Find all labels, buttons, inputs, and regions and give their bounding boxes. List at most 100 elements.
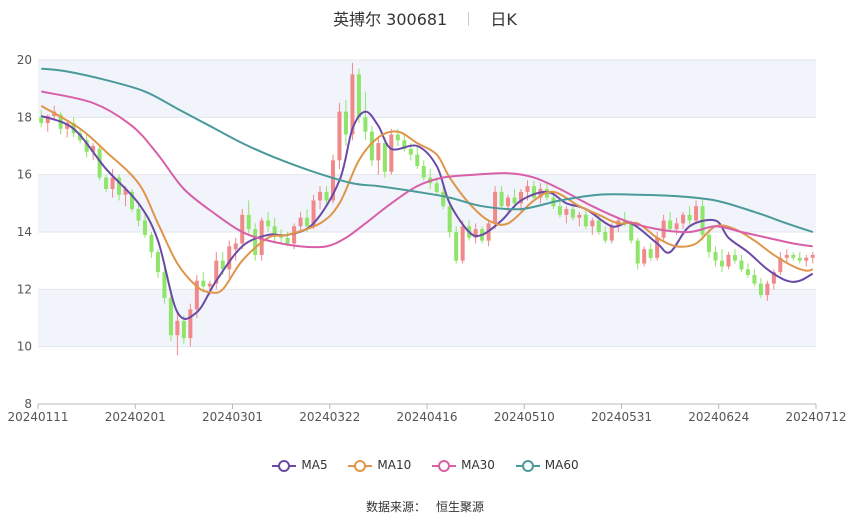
candle-up — [681, 214, 686, 224]
candle-down — [246, 214, 251, 230]
legend-ma30-label: MA30 — [461, 458, 495, 472]
data-source: 数据来源： 恒生聚源 — [0, 498, 850, 515]
grid-band — [38, 289, 816, 347]
candle-down — [557, 206, 562, 215]
candle-up — [506, 197, 511, 207]
source-label: 数据来源： — [365, 500, 426, 514]
chart-root: 英搏尔 300681 日K 8 10 12 14 16 18 20 20240111 20240… — [0, 0, 850, 517]
legend-ma10-label: MA10 — [377, 458, 412, 472]
candle-down — [104, 177, 109, 189]
y-tick-label: 8 — [24, 397, 32, 411]
x-tick-label: 20240531 — [591, 410, 652, 424]
candle-down — [181, 320, 186, 339]
x-tick-label: 20240322 — [299, 410, 360, 424]
legend-ma30-icon — [432, 459, 457, 472]
candle-down — [434, 183, 439, 192]
candle-down — [732, 254, 737, 261]
candle-up — [694, 206, 699, 221]
candle-up — [227, 246, 232, 270]
legend-item-ma5[interactable]: MA5 — [271, 458, 328, 473]
candle-down — [201, 280, 206, 287]
candle-down — [155, 252, 160, 273]
candle-down — [305, 217, 310, 227]
candle-up — [590, 220, 595, 227]
candle-up — [810, 254, 815, 258]
legend: MA5 MA10 MA30 MA60 — [0, 458, 850, 473]
candle-down — [441, 191, 446, 207]
candle-down — [356, 74, 361, 118]
candle-down — [382, 143, 387, 172]
candle-down — [142, 220, 147, 235]
candle-down — [713, 252, 718, 261]
candle-down — [408, 148, 413, 155]
candle-down — [745, 269, 750, 275]
candle-down — [162, 272, 167, 298]
candle-up — [110, 177, 115, 189]
candle-up — [577, 214, 582, 218]
y-tick-label: 18 — [17, 110, 32, 124]
candle-down — [668, 220, 673, 230]
candle-down — [570, 209, 575, 218]
legend-item-ma30[interactable]: MA30 — [431, 458, 495, 473]
candle-down — [454, 232, 459, 261]
x-tick-label: 20240301 — [202, 410, 263, 424]
candle-down — [531, 186, 536, 198]
candle-down — [648, 249, 653, 258]
candle-up — [564, 209, 569, 215]
candle-up — [765, 283, 770, 296]
candle-down — [512, 197, 517, 204]
candle-down — [791, 254, 796, 258]
candle-down — [415, 154, 420, 167]
legend-ma5-icon — [272, 459, 297, 472]
legend-ma10-icon — [348, 459, 373, 472]
y-tick-label: 20 — [17, 53, 32, 67]
x-tick-label: 20240510 — [494, 410, 555, 424]
candle-up — [525, 186, 530, 192]
candle-down — [447, 206, 452, 232]
candle-down — [687, 214, 692, 221]
candle-down — [266, 220, 271, 227]
candle-down — [395, 134, 400, 141]
x-tick-label: 20240624 — [688, 410, 749, 424]
candle-down — [583, 214, 588, 227]
grid-band — [38, 174, 816, 232]
candle-down — [324, 191, 329, 201]
candle-down — [752, 275, 757, 284]
candle-down — [363, 117, 368, 132]
y-tick-label: 12 — [17, 282, 32, 296]
y-tick-label: 10 — [17, 340, 32, 354]
candle-up — [207, 283, 212, 287]
candle-up — [175, 320, 180, 336]
candle-up — [804, 257, 809, 261]
candle-up — [292, 226, 297, 244]
candle-down — [253, 229, 258, 255]
candle-down — [797, 257, 802, 261]
candle-down — [603, 232, 608, 241]
candle-up — [784, 254, 789, 258]
y-tick-label: 14 — [17, 225, 32, 239]
candle-up — [318, 191, 323, 201]
candle-up — [337, 111, 342, 161]
x-tick-label: 20240416 — [396, 410, 457, 424]
y-tick-label: 16 — [17, 168, 32, 182]
candle-down — [343, 111, 348, 135]
legend-item-ma10[interactable]: MA10 — [347, 458, 411, 473]
x-tick-label: 20240712 — [785, 410, 846, 424]
candle-up — [655, 237, 660, 258]
candle-down — [369, 131, 374, 161]
candle-up — [240, 214, 245, 244]
candle-down — [285, 237, 290, 244]
candle-down — [168, 297, 173, 336]
candle-down — [629, 223, 634, 241]
legend-ma60-label: MA60 — [544, 458, 579, 472]
candle-up — [674, 223, 679, 230]
candle-down — [739, 260, 744, 270]
x-tick-label: 20240201 — [105, 410, 166, 424]
candle-down — [596, 220, 601, 232]
candle-down — [758, 283, 763, 296]
source-name: 恒生聚源 — [436, 500, 485, 514]
x-tick-label: 20240111 — [7, 410, 68, 424]
legend-item-ma60[interactable]: MA60 — [515, 458, 579, 473]
candle-up — [188, 309, 193, 339]
candle-up — [376, 143, 381, 161]
